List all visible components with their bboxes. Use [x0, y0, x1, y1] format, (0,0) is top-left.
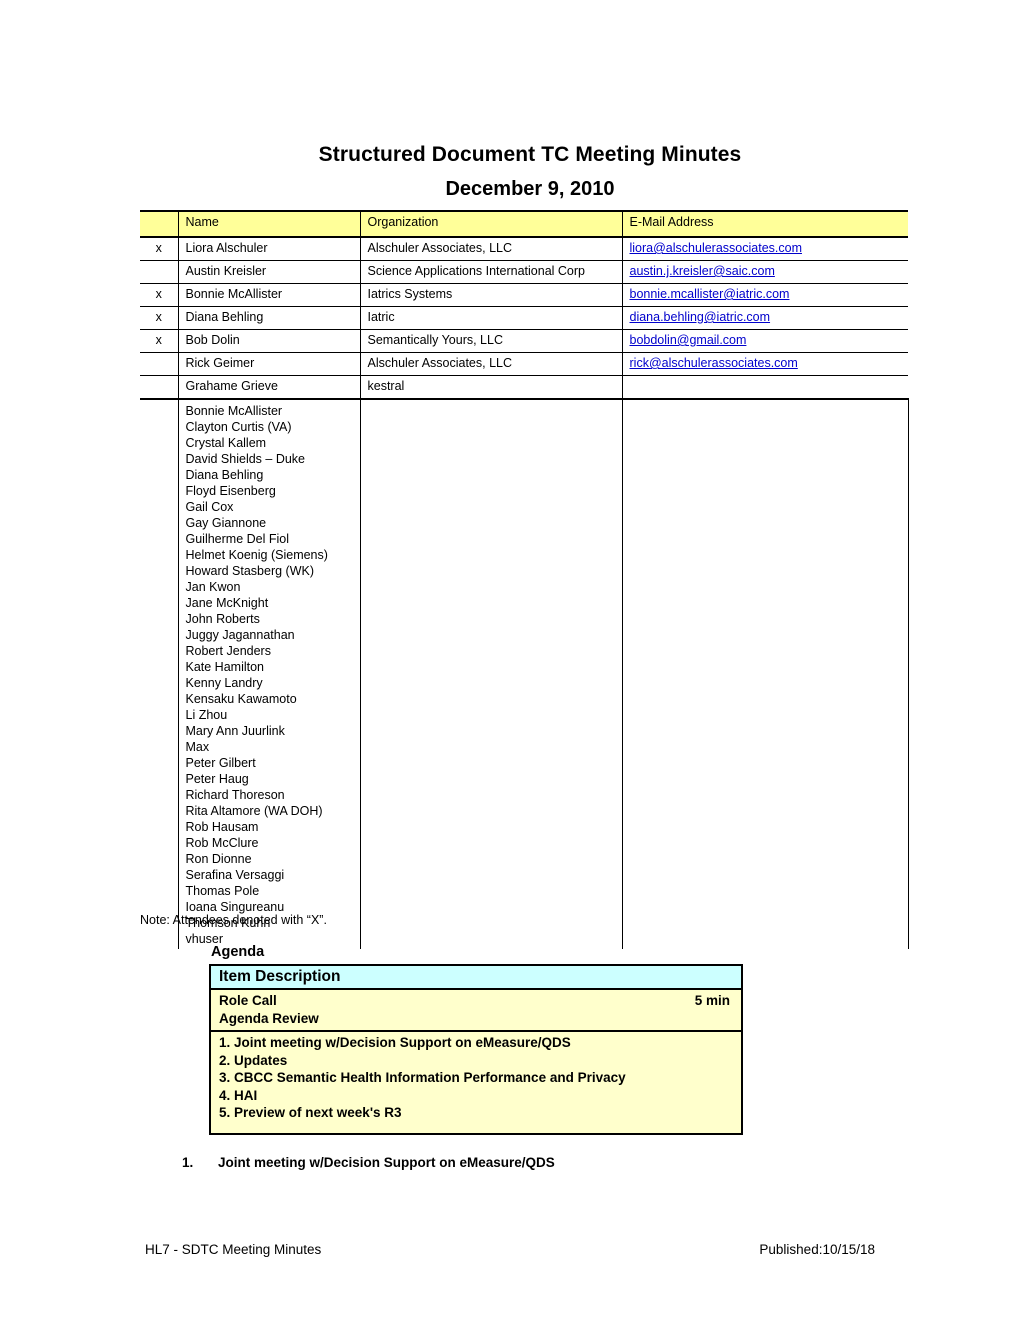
header-organization: Organization: [359, 210, 622, 238]
agenda-column-header: Item Description: [209, 964, 743, 990]
attendee-organization: Iatrics Systems: [359, 283, 622, 307]
agenda-item: 4. HAI: [219, 1087, 258, 1103]
attendee-organization: Semantically Yours, LLC: [359, 329, 622, 353]
agenda-items-row: 1. Joint meeting w/Decision Support on e…: [209, 1030, 743, 1135]
attendee-organization: Iatric: [359, 306, 622, 330]
attendee-name: Bonnie McAllister: [177, 283, 360, 307]
attendance-mark: x: [140, 329, 178, 353]
agenda-item: 5. Preview of next week's R3: [219, 1105, 402, 1120]
participant-list-row: Bonnie McAllister Clayton Curtis (VA) Cr…: [140, 399, 909, 949]
agenda-item: 1. Joint meeting w/Decision Support on e…: [219, 1035, 571, 1050]
attendee-name: Diana Behling: [177, 306, 360, 330]
attendance-mark: [140, 375, 178, 400]
attendance-mark: x: [140, 306, 178, 330]
email-link[interactable]: bobdolin@gmail.com: [630, 333, 747, 347]
footer-left: HL7 - SDTC Meeting Minutes: [145, 1242, 322, 1257]
attendee-organization: Alschuler Associates, LLC: [359, 237, 622, 261]
attendee-email: liora@alschulerassociates.com: [621, 237, 908, 261]
agenda-rolecall-row: Role Call Agenda Review 5 min: [209, 988, 743, 1032]
attendee-organization: kestral: [359, 375, 622, 400]
email-link[interactable]: austin.j.kreisler@saic.com: [630, 264, 775, 278]
attendee-name: Bob Dolin: [177, 329, 360, 353]
email-link[interactable]: bonnie.mcallister@iatric.com: [630, 287, 790, 301]
section-heading: 1. Joint meeting w/Decision Support on eM…: [182, 1155, 555, 1170]
header-name: Name: [177, 210, 360, 238]
email-link[interactable]: diana.behling@iatric.com: [630, 310, 771, 324]
document-page: Structured Document TC Meeting Minutes D…: [0, 0, 1020, 1320]
participant-name-list: Bonnie McAllister Clayton Curtis (VA) Cr…: [177, 399, 360, 949]
attendance-mark: x: [140, 283, 178, 307]
agenda-role-call-duration: 5 min: [694, 993, 730, 1008]
table-row: Grahame Grieve kestral: [140, 375, 908, 400]
email-link[interactable]: rick@alschulerassociates.com: [630, 356, 798, 370]
header-email: E-Mail Address: [621, 210, 908, 238]
attendee-name: Grahame Grieve: [177, 375, 360, 400]
table-row: x Bonnie McAllister Iatrics Systems bonn…: [140, 283, 908, 307]
attendee-name: Liora Alschuler: [177, 237, 360, 261]
attendee-email: [621, 375, 908, 400]
attendee-organization: Alschuler Associates, LLC: [359, 352, 622, 376]
section-title: Joint meeting w/Decision Support on eMea…: [218, 1155, 555, 1170]
attendee-name: Rick Geimer: [177, 352, 360, 376]
page-footer: HL7 - SDTC Meeting Minutes Published:10/…: [145, 1242, 875, 1257]
attendee-email: austin.j.kreisler@saic.com: [621, 260, 908, 284]
meeting-date: December 9, 2010: [445, 178, 615, 200]
agenda-rolecall-cell: Role Call Agenda Review 5 min: [209, 988, 743, 1032]
participant-organization-empty: [359, 399, 622, 949]
attendee-email: bobdolin@gmail.com: [621, 329, 908, 353]
attendance-mark: x: [140, 237, 178, 261]
agenda-item: 3. CBCC Semantic Health Information Perf…: [219, 1070, 626, 1085]
header-attendance-mark: [140, 210, 178, 238]
attendance-note: Note: Attendees denoted with “X”.: [140, 913, 327, 927]
attendee-email: rick@alschulerassociates.com: [621, 352, 908, 376]
footer-right: Published:10/15/18: [759, 1242, 875, 1257]
attendee-name: Austin Kreisler: [177, 260, 360, 284]
table-row: Rick Geimer Alschuler Associates, LLC ri…: [140, 352, 908, 376]
page-title: Structured Document TC Meeting Minutes: [318, 143, 742, 166]
table-row: x Liora Alschuler Alschuler Associates, …: [140, 237, 908, 261]
attendee-email: diana.behling@iatric.com: [621, 306, 908, 330]
agenda-item: 2. Updates: [219, 1052, 288, 1068]
agenda-review: Agenda Review: [219, 1010, 319, 1026]
attendee-table: Name Organization E-Mail Address x Liora…: [140, 210, 909, 949]
attendee-organization: Science Applications International Corp: [359, 260, 622, 284]
agenda-table: Item Description Role Call Agenda Review…: [209, 964, 743, 1135]
table-row: x Bob Dolin Semantically Yours, LLC bobd…: [140, 329, 908, 353]
agenda-items-cell: 1. Joint meeting w/Decision Support on e…: [209, 1030, 743, 1135]
email-link[interactable]: liora@alschulerassociates.com: [630, 241, 802, 255]
table-row: x Diana Behling Iatric diana.behling@iat…: [140, 306, 908, 330]
section-number: 1.: [182, 1155, 194, 1170]
attendee-email: bonnie.mcallister@iatric.com: [621, 283, 908, 307]
agenda-header-row: Item Description: [209, 964, 743, 990]
agenda-items-list: 1. Joint meeting w/Decision Support on e…: [219, 1034, 736, 1130]
participant-email-empty: [621, 399, 909, 949]
agenda-role-call: Role Call: [219, 993, 277, 1008]
attendance-mark-empty: [140, 399, 178, 949]
attendance-mark: [140, 352, 178, 376]
attendee-table-header-row: Name Organization E-Mail Address: [140, 210, 908, 238]
agenda-heading: Agenda: [211, 944, 265, 960]
attendee-table-body: x Liora Alschuler Alschuler Associates, …: [140, 237, 909, 949]
table-row: Austin Kreisler Science Applications Int…: [140, 260, 908, 284]
attendance-mark: [140, 260, 178, 284]
